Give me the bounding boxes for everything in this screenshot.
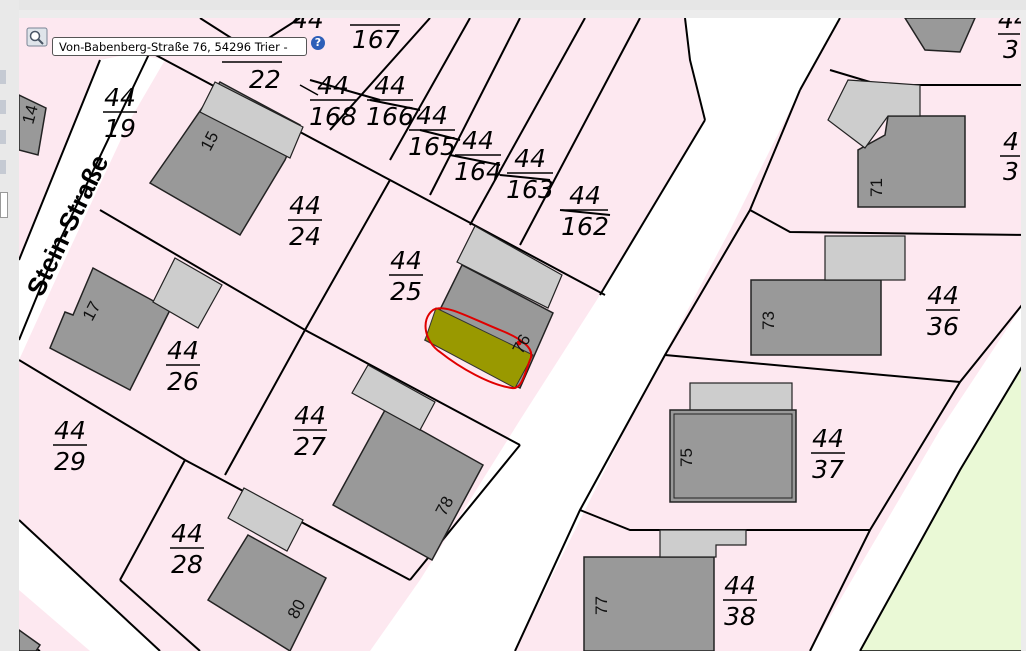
label-167: 167 <box>352 25 400 54</box>
house-number-77: 77 <box>592 596 611 615</box>
parcel-number-top: 44 <box>462 126 494 155</box>
garage-75 <box>689 382 793 414</box>
window-top-border <box>0 0 1026 10</box>
parcel-number-bottom: 165 <box>408 132 456 161</box>
parcel-number-top: 44 <box>317 71 349 100</box>
parcel-number-bottom: 166 <box>366 102 414 131</box>
parcel-number-bottom: 163 <box>506 175 554 204</box>
parcel-number-bottom: 19 <box>104 114 136 143</box>
house-number-71: 71 <box>867 178 886 197</box>
parcel-number-top: 44 <box>514 144 546 173</box>
parcel-number-bottom: 24 <box>289 222 321 251</box>
parcel-number-bottom: 27 <box>294 432 326 461</box>
window-left-border <box>0 0 19 651</box>
parcel-number-bottom: 164 <box>454 157 502 186</box>
parcel-number-bottom: 36 <box>927 312 959 341</box>
side-tab[interactable] <box>0 70 6 84</box>
parcel-number-bottom: 25 <box>390 277 422 306</box>
house-number-75: 75 <box>677 448 696 467</box>
magnifier-tool-icon[interactable] <box>26 27 48 47</box>
parcel-number-top: 44 <box>569 181 601 210</box>
parcel-number-bottom: 28 <box>171 550 203 579</box>
parcel-number-top: 44 <box>289 191 321 220</box>
side-tab[interactable] <box>0 192 8 218</box>
parcel-number-top: 44 <box>927 281 959 310</box>
cadastral-map[interactable]: Stein-Straße 441944244425442644274428442… <box>0 0 1026 651</box>
label-22: 22 <box>249 65 281 94</box>
help-icon[interactable]: ? <box>311 36 325 50</box>
parcel-number-bottom: 26 <box>167 367 199 396</box>
parcel-number-top: 44 <box>104 83 136 112</box>
parcel-number-bottom: 168 <box>309 102 357 131</box>
house-number-73: 73 <box>759 311 778 330</box>
garage-73 <box>824 235 906 281</box>
parcel-number-top: 44 <box>167 336 199 365</box>
parcel-number-top: 44 <box>294 401 326 430</box>
parcel-number-bottom: 29 <box>54 447 86 476</box>
parcel-number-top: 44 <box>724 571 756 600</box>
parcel-number-bottom: 37 <box>812 455 844 484</box>
parcel-number-top: 44 <box>374 71 406 100</box>
parcel-number-top: 44 <box>812 424 844 453</box>
side-tab[interactable] <box>0 160 6 174</box>
side-tab[interactable] <box>0 100 6 114</box>
parcel-number-bottom: 162 <box>561 212 609 241</box>
side-tab[interactable] <box>0 130 6 144</box>
label-3-top-right: 3 <box>1003 35 1019 64</box>
parcel-number-top: 44 <box>416 101 448 130</box>
parcel-number-top: 44 <box>54 416 86 445</box>
label-4-right: 4 <box>1003 127 1019 156</box>
map-window: Stein-Straße 44 19 44 24 44 25 44 26 44 27 44 28 44 2… <box>0 0 1026 651</box>
parcel-number-bottom: 38 <box>724 602 756 631</box>
label-3-right: 3 <box>1003 157 1019 186</box>
parcel-number-top: 44 <box>171 519 203 548</box>
address-search-field[interactable]: Von-Babenberg-Straße 76, 54296 Trier - <box>52 37 307 56</box>
parcel-number-top: 44 <box>390 246 422 275</box>
